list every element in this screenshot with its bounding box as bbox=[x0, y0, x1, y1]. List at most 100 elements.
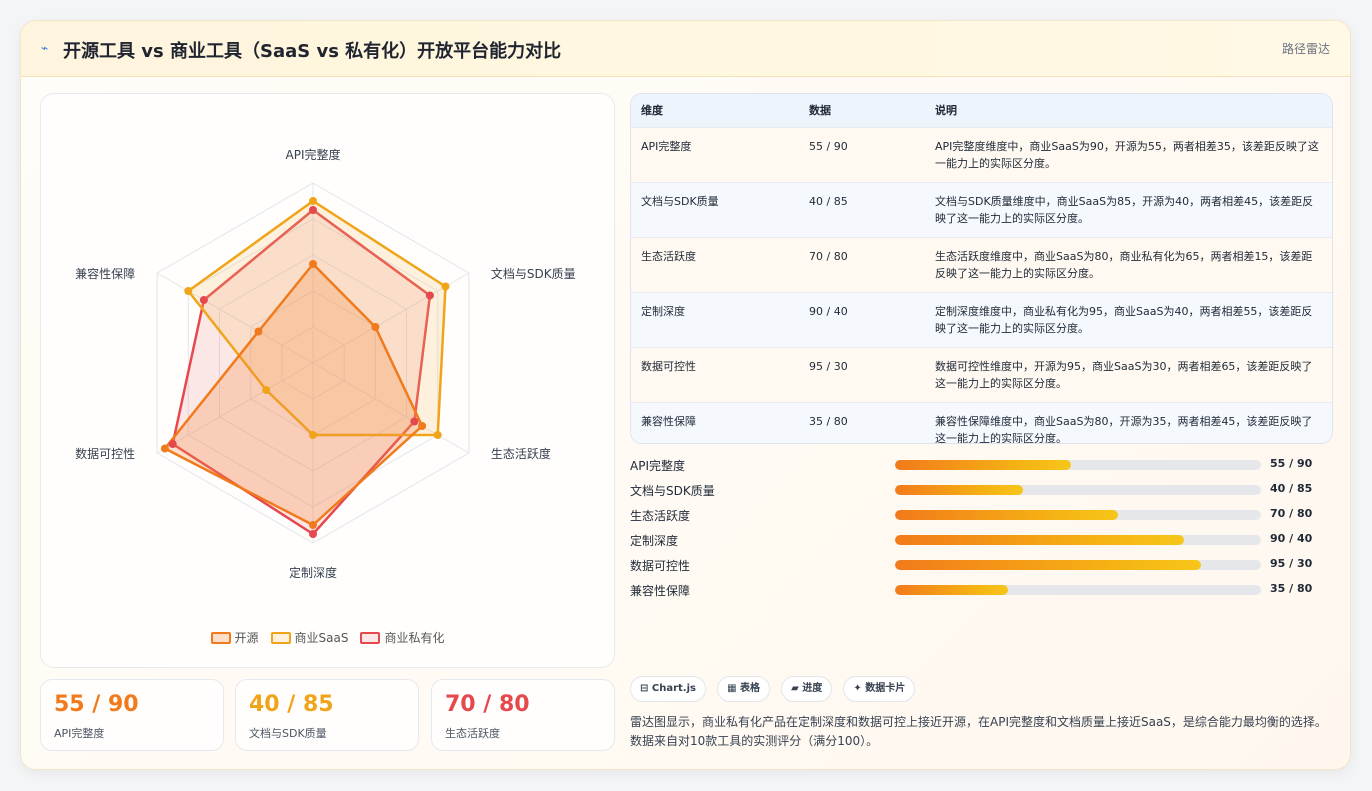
progress-track bbox=[895, 485, 1261, 495]
progress-label: API完整度 bbox=[630, 459, 685, 473]
table-header-cell: 数据 bbox=[809, 104, 831, 118]
progress-row: 兼容性保障 35 / 80 bbox=[630, 579, 1333, 604]
data-table: 维度 数据 说明 API完整度 55 / 90 API完整度维度中，商业SaaS… bbox=[630, 93, 1333, 444]
radar-axis-label: 数据可控性 bbox=[75, 446, 135, 461]
radar-data-point bbox=[262, 386, 271, 394]
progress-value: 55 / 90 bbox=[1270, 457, 1313, 470]
radar-axis-label: 兼容性保障 bbox=[75, 266, 135, 281]
progress-track bbox=[895, 560, 1261, 570]
table-row: 文档与SDK质量 40 / 85 文档与SDK质量维度中，商业SaaS为85，开… bbox=[631, 181, 1332, 237]
table-cell: 文档与SDK质量维度中，商业SaaS为85，开源为40，两者相差45，该差距反映… bbox=[925, 181, 1332, 237]
kpi-label: 文档与SDK质量 bbox=[249, 727, 327, 740]
chip-table[interactable]: ▦ 表格 bbox=[717, 676, 770, 702]
progress-value: 40 / 85 bbox=[1270, 482, 1313, 495]
table-header-row: 维度 数据 说明 bbox=[631, 94, 1332, 127]
table-cell: 兼容性保障维度中，商业SaaS为80，开源为35，两者相差45，该差距反映了这一… bbox=[925, 401, 1332, 443]
table-row: 生态活跃度 70 / 80 生态活跃度维度中，商业SaaS为80，商业私有化为6… bbox=[631, 236, 1332, 292]
radar-axis-label: 文档与SDK质量 bbox=[491, 266, 576, 281]
progress-fill bbox=[895, 485, 1024, 495]
progress-row: 文档与SDK质量 40 / 85 bbox=[630, 479, 1333, 504]
progress-label: 生态活跃度 bbox=[630, 509, 691, 523]
radar-data-point bbox=[309, 530, 317, 538]
radar-data-point bbox=[410, 417, 419, 426]
kpi-card: 70 / 80 生态活跃度 bbox=[431, 679, 615, 751]
radar-axis-label: API完整度 bbox=[286, 147, 341, 162]
chip-progress[interactable]: ▰ 进度 bbox=[781, 676, 833, 702]
chip-chartjs[interactable]: ⊟ Chart.js bbox=[630, 676, 706, 702]
table-cell: 数据可控性 bbox=[631, 346, 799, 402]
header-bar: ⌁ 开源工具 vs 商业工具（SaaS vs 私有化）开放平台能力对比 路径雷达 bbox=[21, 21, 1350, 77]
table-cell: API完整度 bbox=[631, 126, 799, 182]
radar-data-point bbox=[168, 440, 177, 448]
progress-row: 数据可控性 95 / 30 bbox=[630, 554, 1333, 579]
header-tag: 路径雷达 bbox=[1281, 42, 1330, 56]
radar-data-point bbox=[371, 323, 380, 331]
radar-axis-label: 生态活跃度 bbox=[491, 446, 551, 461]
progress-track bbox=[895, 460, 1261, 470]
table-cell: API完整度维度中，商业SaaS为90，开源为55，两者相差35，该差距反映了这… bbox=[925, 126, 1332, 182]
progress-track bbox=[895, 510, 1261, 520]
radar-data-point bbox=[309, 260, 317, 268]
summary-note: 雷达图显示，商业私有化产品在定制深度和数据可控上接近开源，在API完整度和文档质… bbox=[630, 715, 1327, 748]
progress-fill bbox=[895, 535, 1185, 545]
progress-fill bbox=[895, 460, 1071, 470]
kpi-card: 55 / 90 API完整度 bbox=[40, 679, 224, 751]
progress-row: API完整度 55 / 90 bbox=[630, 454, 1333, 479]
chart-line-icon: ⌁ bbox=[41, 41, 49, 55]
table-row: API完整度 55 / 90 API完整度维度中，商业SaaS为90，开源为55… bbox=[631, 126, 1332, 182]
radar-data-point bbox=[309, 521, 317, 529]
radar-data-point bbox=[309, 197, 317, 205]
legend-item[interactable]: 开源 bbox=[210, 629, 259, 646]
kpi-card: 40 / 85 文档与SDK质量 bbox=[235, 679, 419, 751]
page-title: 开源工具 vs 商业工具（SaaS vs 私有化）开放平台能力对比 bbox=[63, 41, 562, 62]
legend-swatch bbox=[360, 632, 381, 644]
radar-axis-label: 定制深度 bbox=[289, 565, 337, 580]
progress-fill bbox=[895, 510, 1119, 520]
table-cell: 55 / 90 bbox=[799, 126, 925, 182]
radar-chart-panel: API完整度文档与SDK质量 生态活跃度定制深度 数据可控性 兼容性保障 开源 商业Sa… bbox=[40, 93, 615, 668]
legend-label: 商业SaaS bbox=[294, 631, 349, 645]
table-row: 兼容性保障 35 / 80 兼容性保障维度中，商业SaaS为80，开源为35，两… bbox=[631, 401, 1332, 443]
progress-row: 定制深度 90 / 40 bbox=[630, 529, 1333, 554]
kpi-value: 40 / 85 bbox=[249, 692, 334, 717]
radar-data-point bbox=[254, 327, 263, 336]
radar-data-point bbox=[199, 296, 208, 304]
progress-track bbox=[895, 585, 1261, 595]
legend-swatch bbox=[210, 632, 231, 644]
table-row: 数据可控性 95 / 30 数据可控性维度中，开源为95，商业SaaS为30，两… bbox=[631, 346, 1332, 402]
radar-data-point bbox=[441, 282, 450, 291]
table-cell: 数据可控性维度中，开源为95，商业SaaS为30，两者相差65，该差距反映了这一… bbox=[925, 346, 1332, 402]
table-header-cell: 维度 bbox=[641, 104, 663, 118]
progress-value: 70 / 80 bbox=[1270, 507, 1313, 520]
legend-item[interactable]: 商业私有化 bbox=[360, 629, 444, 646]
legend-item[interactable]: 商业SaaS bbox=[270, 629, 349, 646]
progress-label: 文档与SDK质量 bbox=[630, 484, 715, 498]
radar-data-point bbox=[433, 431, 442, 439]
legend-label: 开源 bbox=[234, 631, 259, 645]
table-cell: 40 / 85 bbox=[799, 181, 925, 237]
progress-track bbox=[895, 535, 1261, 545]
progress-value: 35 / 80 bbox=[1270, 582, 1313, 595]
progress-label: 数据可控性 bbox=[630, 559, 691, 573]
dashboard-card: ⌁ 开源工具 vs 商业工具（SaaS vs 私有化）开放平台能力对比 路径雷达… bbox=[20, 20, 1351, 770]
progress-fill bbox=[895, 560, 1201, 570]
table-cell: 95 / 30 bbox=[799, 346, 925, 402]
progress-label: 定制深度 bbox=[630, 534, 679, 548]
chart-legend: 开源 商业SaaS 商业私有化 bbox=[41, 629, 614, 646]
table-cell: 定制深度 bbox=[631, 291, 799, 347]
radar-data-point bbox=[184, 287, 193, 295]
radar-data-point bbox=[418, 422, 427, 430]
legend-label: 商业私有化 bbox=[384, 631, 445, 645]
chip-data-card[interactable]: ✦ 数据卡片 bbox=[843, 676, 916, 702]
kpi-value: 70 / 80 bbox=[445, 692, 530, 717]
radar-data-point bbox=[425, 291, 434, 300]
kpi-label: 生态活跃度 bbox=[445, 727, 500, 740]
table-cell: 兼容性保障 bbox=[631, 401, 799, 443]
progress-label: 兼容性保障 bbox=[630, 584, 691, 598]
radar-chart: API完整度文档与SDK质量生态活跃度定制深度 数据可控性 兼容性保障 bbox=[75, 147, 576, 580]
table-cell: 文档与SDK质量 bbox=[631, 181, 799, 237]
progress-list: API完整度 55 / 90 文档与SDK质量 40 / 85 生态活跃度 70 / 80… bbox=[630, 454, 1333, 604]
progress-fill bbox=[895, 585, 1009, 595]
table-row: 定制深度 90 / 40 定制深度维度中，商业私有化为95，商业SaaS为40，… bbox=[631, 291, 1332, 347]
radar-data-point bbox=[309, 206, 317, 214]
